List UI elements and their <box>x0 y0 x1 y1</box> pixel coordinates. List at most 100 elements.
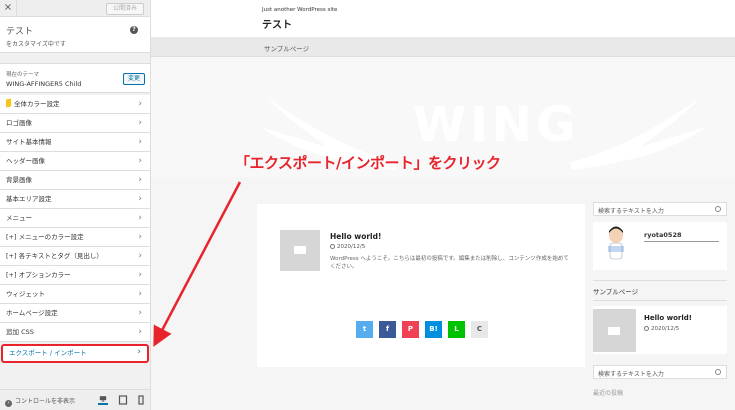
post-date-text: 2020/12/5 <box>337 244 366 250</box>
publish-button[interactable]: 公開済み <box>105 3 144 15</box>
panel-menu-colors[interactable]: [+] メニューのカラー設定 › <box>0 228 150 247</box>
panel-label: ウィジェット <box>6 290 45 298</box>
facebook-share-button[interactable]: f <box>379 321 396 338</box>
post-thumbnail[interactable] <box>280 230 320 271</box>
instruction-annotation: 「エクスポート/インポート」をクリック <box>235 154 501 172</box>
panel-basic-area[interactable]: 基本エリア設定 › <box>0 190 150 209</box>
panel-background-image[interactable]: 背景画像 › <box>0 171 150 190</box>
profile-username: ryota0528 <box>644 231 682 239</box>
hero-logo-text: WING <box>413 97 580 153</box>
site-tagline: Just another WordPress site <box>262 7 338 13</box>
chevron-right-icon: › <box>138 289 142 299</box>
post-date: 2020/12/5 <box>330 244 365 250</box>
panel-global-color[interactable]: 全体カラー設定 › <box>0 95 150 114</box>
chevron-right-icon: › <box>138 270 142 280</box>
panel-label: 追加 CSS <box>6 328 34 336</box>
image-placeholder-icon <box>294 246 306 254</box>
panel-label: エクスポート / インポート <box>9 349 87 357</box>
chevron-right-icon: › <box>138 308 142 318</box>
panel-label: ロゴ画像 <box>6 119 32 127</box>
copy-link-button[interactable]: C <box>471 321 488 338</box>
panel-label: 背景画像 <box>6 176 32 184</box>
panel-widgets[interactable]: ウィジェット › <box>0 285 150 304</box>
collapse-icon: ‹ <box>5 400 12 407</box>
hide-controls-label: コントロールを非表示 <box>15 398 76 405</box>
customizer-sidebar: × 公開済み テスト をカスタマイズ中です ? 現在のテーマ WING-AFFI… <box>0 0 151 410</box>
sidebar-page-link[interactable]: サンプルページ <box>593 286 727 296</box>
panel-label: 全体カラー設定 <box>14 100 60 108</box>
hide-controls-button[interactable]: ‹ コントロールを非表示 <box>5 396 75 407</box>
avatar <box>608 226 624 260</box>
panel-menus[interactable]: メニュー › <box>0 209 150 228</box>
mobile-preview-icon[interactable] <box>136 395 146 405</box>
panel-label: ホームページ設定 <box>6 309 58 317</box>
site-header: Just another WordPress site テスト <box>151 0 735 37</box>
chevron-right-icon: › <box>138 327 142 337</box>
desktop-preview-icon[interactable] <box>98 395 108 405</box>
recent-post-title[interactable]: Hello world! <box>644 314 692 322</box>
profile-card: ryota0528 <box>593 222 727 270</box>
wing-right-icon <box>571 97 706 170</box>
panel-header-image[interactable]: ヘッダー画像 › <box>0 152 150 171</box>
customizing-caption: をカスタマイズ中です <box>6 41 66 48</box>
panel-label: ヘッダー画像 <box>6 157 45 165</box>
chevron-right-icon: › <box>138 213 142 223</box>
search-placeholder: 検索するテキストを入力 <box>598 371 664 378</box>
close-button[interactable]: × <box>0 0 17 17</box>
clock-icon <box>330 244 335 249</box>
panel-homepage-settings[interactable]: ホームページ設定 › <box>0 304 150 323</box>
customize-info: テスト をカスタマイズ中です ? <box>0 17 150 53</box>
flag-icon <box>6 98 11 108</box>
post-title[interactable]: Hello world! <box>330 232 381 241</box>
panel-logo-image[interactable]: ロゴ画像 › <box>0 114 150 133</box>
search-icon[interactable] <box>715 369 721 375</box>
recent-post-date-text: 2020/12/5 <box>651 326 680 332</box>
twitter-share-button[interactable]: t <box>356 321 373 338</box>
panel-label: サイト基本情報 <box>6 138 52 146</box>
panel-export-import[interactable]: エクスポート / インポート › <box>1 344 149 363</box>
panel-label: 基本エリア設定 <box>6 195 52 203</box>
profile-divider <box>644 241 719 242</box>
panel-label: [+] オプションカラー <box>6 271 71 279</box>
divider <box>593 280 727 281</box>
panel-text-and-tags[interactable]: [+] 各テキストとタグ（見出し） › <box>0 247 150 266</box>
panel-option-colors[interactable]: [+] オプションカラー › <box>0 266 150 285</box>
sidebar-footer: ‹ コントロールを非表示 <box>0 389 150 410</box>
hatena-share-button[interactable]: B! <box>425 321 442 338</box>
panel-label: メニュー <box>6 214 32 222</box>
chevron-right-icon: › <box>138 99 142 109</box>
post-list: Hello world! 2020/12/5 WordPress へようこそ。こ… <box>257 204 585 367</box>
recent-post-date: 2020/12/5 <box>644 326 679 332</box>
chevron-right-icon: › <box>137 347 141 357</box>
site-name: テスト <box>6 27 34 37</box>
help-icon[interactable]: ? <box>130 26 138 34</box>
panel-site-identity[interactable]: サイト基本情報 › <box>0 133 150 152</box>
chevron-right-icon: › <box>138 194 142 204</box>
change-theme-button[interactable]: 変更 <box>122 73 145 85</box>
divider <box>593 300 727 301</box>
theme-section: 現在のテーマ WING-AFFINGER5 Child 変更 <box>0 63 150 93</box>
clock-icon <box>644 326 649 331</box>
chevron-right-icon: › <box>138 251 142 261</box>
site-title[interactable]: テスト <box>262 16 292 31</box>
chevron-right-icon: › <box>138 118 142 128</box>
chevron-right-icon: › <box>138 137 142 147</box>
customizer-panel-list: 全体カラー設定 › ロゴ画像 › サイト基本情報 › ヘッダー画像 › 背景画像 › 基本… <box>0 95 150 363</box>
pocket-share-button[interactable]: P <box>402 321 419 338</box>
recent-post[interactable]: Hello world! 2020/12/5 <box>593 306 727 354</box>
panel-label: [+] 各テキストとタグ（見出し） <box>6 252 103 260</box>
chevron-right-icon: › <box>138 175 142 185</box>
nav-item-sample-page[interactable]: サンプルページ <box>264 43 309 53</box>
preview-sidebar: 検索するテキストを入力 ryota0528 サンプルページ Hello worl… <box>593 202 727 397</box>
recent-post-thumbnail <box>593 309 636 352</box>
search-icon[interactable] <box>715 206 721 212</box>
global-nav: サンプルページ <box>151 37 735 57</box>
search-input-secondary[interactable]: 検索するテキストを入力 <box>593 365 727 379</box>
panel-additional-css[interactable]: 追加 CSS › <box>0 323 150 342</box>
site-preview: Just another WordPress site テスト サンプルページ … <box>151 0 735 410</box>
tablet-preview-icon[interactable] <box>118 395 128 405</box>
search-input[interactable]: 検索するテキストを入力 <box>593 202 727 216</box>
line-share-button[interactable]: L <box>448 321 465 338</box>
chevron-right-icon: › <box>138 232 142 242</box>
search-placeholder: 検索するテキストを入力 <box>598 208 664 215</box>
